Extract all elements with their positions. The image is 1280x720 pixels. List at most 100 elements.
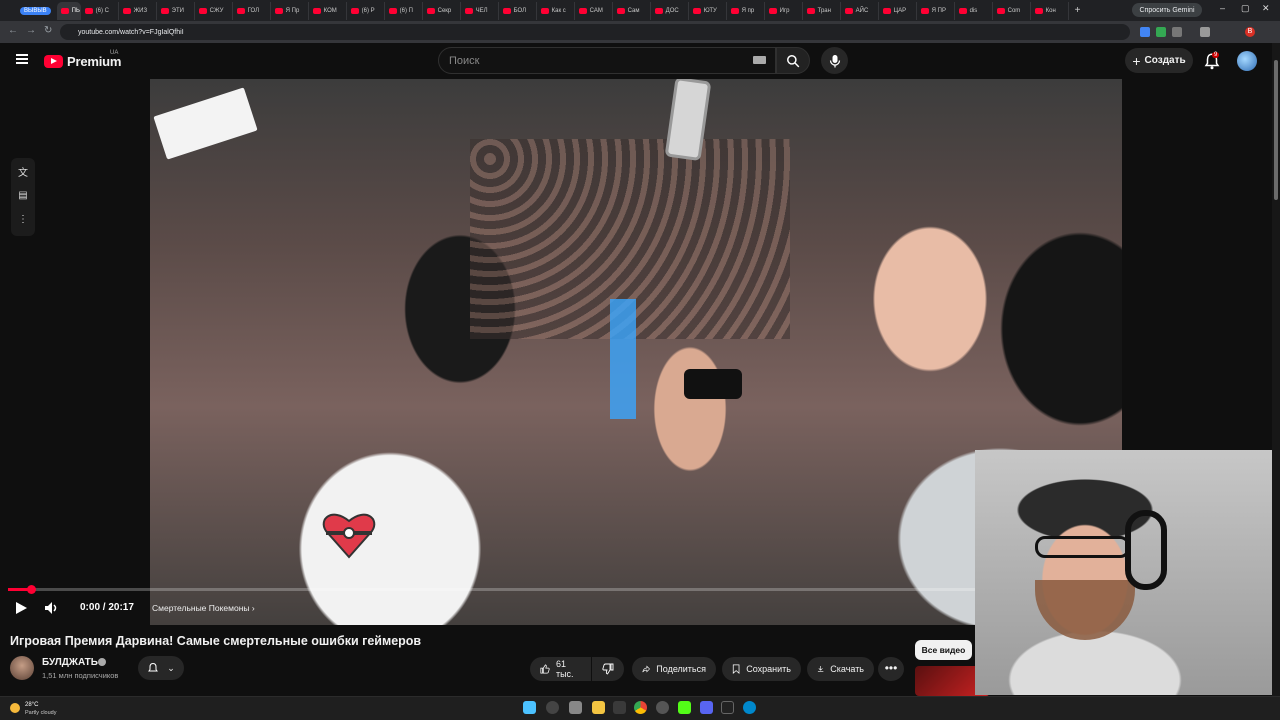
weather-temperature[interactable]: 28°C <box>25 702 38 708</box>
forward-icon[interactable]: → <box>26 25 36 36</box>
youtube-premium-logo[interactable]: Premium UA <box>44 50 121 69</box>
browser-tab[interactable]: ЧЕЛ <box>461 1 499 20</box>
youtube-favicon-icon <box>502 7 511 14</box>
browser-tab[interactable]: КОМ <box>309 1 347 20</box>
create-button[interactable]: + Создать <box>1125 48 1193 73</box>
subscription-bell-button[interactable]: ⌄ <box>138 656 184 680</box>
channel-avatar[interactable] <box>10 656 34 680</box>
more-options-icon[interactable]: ⋮ <box>16 214 30 228</box>
maximize-button[interactable]: ▢ <box>1241 3 1250 14</box>
subtitles-icon[interactable]: ▤ <box>16 190 30 204</box>
browser-tab[interactable]: ДОС <box>651 1 689 20</box>
task-view-icon[interactable] <box>569 701 582 714</box>
browser-tab[interactable]: ЦАР <box>879 1 917 20</box>
browser-tab[interactable]: БОЛ <box>499 1 537 20</box>
app-icon[interactable] <box>613 701 626 714</box>
discord-icon[interactable] <box>700 701 713 714</box>
youtube-favicon-icon <box>160 7 169 14</box>
volume-icon[interactable] <box>44 601 60 615</box>
url-field[interactable]: youtube.com/watch?v=FJgIalQfhiI <box>60 24 1130 40</box>
ask-gemini-button[interactable]: Спросить Gemini <box>1132 3 1202 17</box>
share-button[interactable]: Поделиться <box>632 657 716 681</box>
back-icon[interactable]: ← <box>8 25 18 36</box>
voice-search-button[interactable] <box>821 47 848 74</box>
profile-badge[interactable]: В <box>1245 27 1255 37</box>
keyboard-icon[interactable] <box>753 56 766 64</box>
search-input[interactable]: Поиск <box>438 47 776 74</box>
youtube-header: Premium UA Поиск + Создать <box>0 43 1280 79</box>
youtube-favicon-icon <box>540 7 549 14</box>
browser-tab[interactable]: ГОЛ <box>233 1 271 20</box>
extensions-puzzle-icon[interactable] <box>1172 27 1182 37</box>
video-title: Игровая Премия Дарвина! Самые смертельны… <box>10 634 422 648</box>
close-window-button[interactable]: ✕ <box>1262 3 1270 14</box>
progress-bar[interactable] <box>8 585 1138 594</box>
download-button[interactable]: Скачать <box>807 657 874 681</box>
file-explorer-icon[interactable] <box>592 701 605 714</box>
browser-tab[interactable]: (6) П <box>385 1 423 20</box>
play-icon[interactable] <box>14 601 28 615</box>
hamburger-menu-icon[interactable] <box>16 54 28 64</box>
windows-start-icon[interactable] <box>523 701 536 714</box>
chevron-down-icon: ⌄ <box>167 662 175 673</box>
app-icon[interactable] <box>656 701 669 714</box>
browser-tab[interactable]: ПЫТ <box>56 1 81 20</box>
extension-icon[interactable] <box>1140 27 1150 37</box>
webcam-glasses <box>1035 536 1130 558</box>
download-icon[interactable] <box>1200 27 1210 37</box>
user-avatar[interactable] <box>1237 51 1257 71</box>
telegram-icon[interactable] <box>743 701 756 714</box>
browser-tab[interactable]: Кон <box>1031 1 1069 20</box>
minimize-button[interactable]: – <box>1220 3 1225 13</box>
like-count: 61 тыс. <box>555 659 574 679</box>
channel-name[interactable]: БУЛДЖАТЬ <box>42 657 98 668</box>
browser-tab[interactable]: ЮТУ <box>689 1 727 20</box>
browser-tab[interactable]: ЭТИ <box>157 1 195 20</box>
profile-tab-group[interactable]: ВЫВЫВ <box>20 6 51 15</box>
save-button[interactable]: Сохранить <box>722 657 801 681</box>
kick-icon[interactable] <box>678 701 691 714</box>
tab-label: Я ПР <box>931 7 946 14</box>
chapter-title[interactable]: Смертельные Покемоны › <box>152 603 255 613</box>
youtube-favicon-icon <box>236 7 245 14</box>
extension-icon[interactable] <box>1156 27 1166 37</box>
search-button[interactable] <box>776 47 810 74</box>
translate-icon[interactable]: 文 <box>16 164 30 179</box>
browser-tab[interactable]: Я ПР <box>917 1 955 20</box>
browser-tab[interactable]: Как с <box>537 1 575 20</box>
browser-tab[interactable]: САМ <box>575 1 613 20</box>
browser-tab[interactable]: СЖУ <box>195 1 233 20</box>
tab-label: ДОС <box>665 7 679 14</box>
browser-tab[interactable]: Я Пр <box>271 1 309 20</box>
tab-label: dis <box>969 7 978 14</box>
browser-tab[interactable]: Com <box>993 1 1031 20</box>
scrubber-handle[interactable] <box>26 585 36 594</box>
youtube-favicon-icon <box>426 7 435 14</box>
browser-tab[interactable]: АЙС <box>841 1 879 20</box>
new-tab-button[interactable]: + <box>1075 5 1081 16</box>
browser-tab[interactable]: (6) С <box>81 1 119 20</box>
all-videos-chip[interactable]: Все видео <box>915 640 972 660</box>
browser-tab[interactable]: Сам <box>613 1 651 20</box>
video-monitor <box>610 299 636 419</box>
browser-tab[interactable]: Секр <box>423 1 461 20</box>
browser-tab[interactable]: (6) Р <box>347 1 385 20</box>
chrome-icon[interactable] <box>634 701 647 714</box>
youtube-favicon-icon <box>60 7 69 14</box>
browser-tab[interactable]: Я пр <box>727 1 765 20</box>
browser-tab[interactable]: Тран <box>803 1 841 20</box>
dislike-button[interactable] <box>592 657 624 681</box>
tab-label: ЮТУ <box>703 7 717 14</box>
browser-tab[interactable]: dis <box>955 1 993 20</box>
reload-icon[interactable]: ↻ <box>44 25 52 36</box>
browser-tab[interactable]: Игр <box>765 1 803 20</box>
more-actions-button[interactable]: ••• <box>878 657 904 681</box>
scrollbar-thumb[interactable] <box>1274 60 1278 200</box>
like-button[interactable]: 61 тыс. <box>530 657 591 681</box>
browser-tab[interactable]: ЖИЗ <box>119 1 157 20</box>
youtube-favicon-icon <box>768 7 777 14</box>
weather-sun-icon[interactable] <box>10 703 20 713</box>
davinci-icon[interactable] <box>721 701 734 714</box>
youtube-favicon-icon <box>350 7 359 14</box>
search-icon[interactable] <box>546 701 559 714</box>
